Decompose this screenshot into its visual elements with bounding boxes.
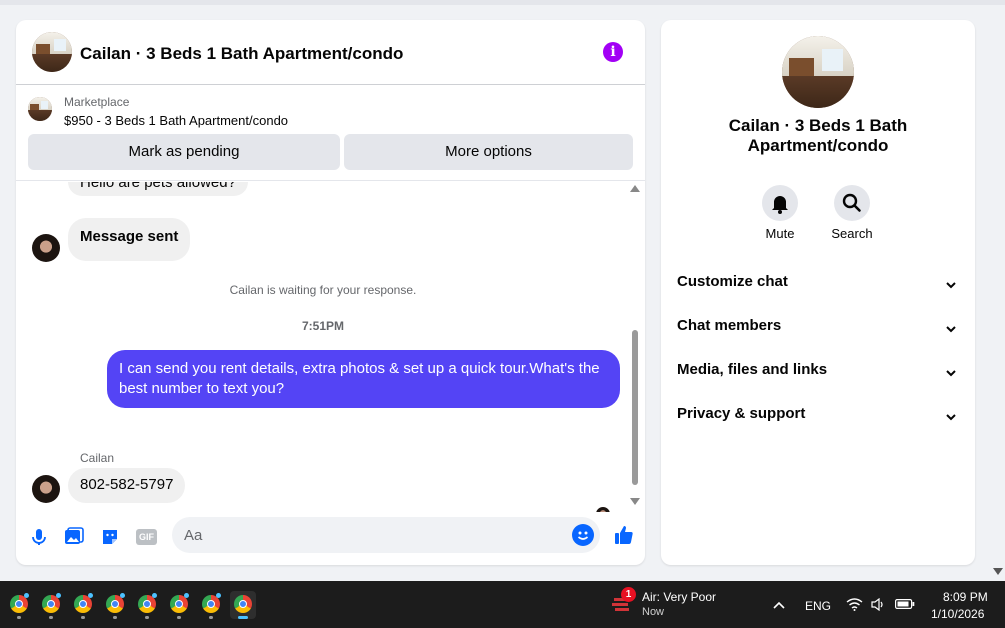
- section-label: Privacy & support: [677, 405, 806, 422]
- message-sent-bubble: Message sent: [68, 218, 191, 261]
- profile-photo[interactable]: [782, 36, 854, 108]
- waiting-notice: Cailan is waiting for your response.: [229, 283, 417, 297]
- chrome-taskbar-app[interactable]: [166, 591, 192, 619]
- chrome-taskbar-app[interactable]: [102, 591, 128, 619]
- search-label: Search: [831, 226, 873, 241]
- more-options-button[interactable]: More options: [344, 134, 633, 170]
- marketplace-listing: Marketplace $950 - 3 Beds 1 Bath Apartme…: [16, 85, 645, 181]
- battery-icon[interactable]: [895, 599, 915, 609]
- clock-time[interactable]: 8:09 PM: [943, 590, 988, 604]
- customize-chat-section[interactable]: Customize chat: [677, 273, 959, 297]
- thumbs-up-icon[interactable]: [613, 524, 635, 546]
- taskbar: 1 Air: Very Poor Now ENG 8:09 PM 1/10/20…: [0, 581, 1005, 628]
- chevron-down-icon: [946, 326, 956, 333]
- media-files-links-section[interactable]: Media, files and links: [677, 361, 959, 385]
- language-indicator[interactable]: ENG: [805, 599, 831, 613]
- scroll-thumb[interactable]: [632, 330, 638, 485]
- microphone-icon[interactable]: [29, 527, 49, 547]
- mark-as-pending-button[interactable]: Mark as pending: [28, 134, 340, 170]
- section-label: Media, files and links: [677, 361, 828, 378]
- notification-badge: 1: [621, 587, 636, 602]
- search-button[interactable]: [834, 185, 870, 221]
- chrome-icon: [234, 595, 252, 613]
- message-timestamp: 7:51PM: [301, 319, 345, 333]
- chat-details-panel: Cailan · 3 Beds 1 Bath Apartment/condo M…: [661, 20, 975, 565]
- search-icon: [842, 193, 861, 212]
- chrome-taskbar-app-active[interactable]: [230, 591, 256, 619]
- section-label: Customize chat: [677, 273, 788, 290]
- section-label: Chat members: [677, 317, 782, 334]
- sticker-icon[interactable]: [100, 527, 120, 547]
- listing-title[interactable]: $950 - 3 Beds 1 Bath Apartment/condo: [64, 113, 288, 128]
- chrome-taskbar-app[interactable]: [134, 591, 160, 619]
- privacy-support-section[interactable]: Privacy & support: [677, 405, 959, 429]
- chat-title[interactable]: Cailan · 3 Beds 1 Bath Apartment/condo: [80, 44, 403, 64]
- chat-header: Cailan · 3 Beds 1 Bath Apartment/condo i: [16, 20, 645, 85]
- bell-icon: [772, 196, 788, 214]
- gif-icon[interactable]: GIF: [136, 529, 157, 545]
- emoji-icon[interactable]: [572, 524, 594, 546]
- chrome-taskbar-app[interactable]: [70, 591, 96, 619]
- composer: GIF: [16, 512, 645, 565]
- page-scroll-down-arrow[interactable]: [993, 568, 1003, 575]
- mute-button[interactable]: [762, 185, 798, 221]
- contact-avatar[interactable]: [32, 475, 60, 503]
- weather-title[interactable]: Air: Very Poor: [642, 590, 716, 604]
- weather-subtitle: Now: [642, 606, 665, 618]
- mute-label: Mute: [765, 226, 795, 241]
- chevron-down-icon: [946, 370, 956, 377]
- incoming-message: 802-582-5797: [68, 468, 186, 503]
- listing-thumbnail[interactable]: [28, 97, 52, 121]
- outgoing-message: I can send you rent details, extra photo…: [107, 350, 620, 408]
- chrome-taskbar-app[interactable]: [6, 591, 32, 619]
- message-list: Hello are pets allowed? Message sent Cai…: [16, 182, 645, 512]
- message-partial: Hello are pets allowed?: [68, 182, 248, 196]
- chat-panel: Cailan · 3 Beds 1 Bath Apartment/condo i…: [16, 20, 645, 565]
- clock-date[interactable]: 1/10/2026: [931, 607, 984, 621]
- volume-icon[interactable]: [871, 598, 885, 611]
- chat-members-section[interactable]: Chat members: [677, 317, 959, 341]
- chat-avatar[interactable]: [32, 32, 72, 72]
- marketplace-label: Marketplace: [64, 95, 130, 109]
- contact-avatar[interactable]: [32, 234, 60, 262]
- details-title: Cailan · 3 Beds 1 Bath Apartment/condo: [728, 116, 908, 155]
- top-border: [0, 0, 1005, 5]
- photo-icon[interactable]: [64, 527, 84, 547]
- chevron-down-icon: [946, 414, 956, 421]
- chevron-up-icon[interactable]: [773, 600, 785, 610]
- sender-name: Cailan: [80, 451, 115, 465]
- chrome-taskbar-app[interactable]: [38, 591, 64, 619]
- wifi-icon[interactable]: [846, 597, 863, 611]
- scroll-down-arrow[interactable]: [630, 498, 640, 505]
- message-scrollbar[interactable]: [630, 185, 640, 505]
- chrome-taskbar-app[interactable]: [198, 591, 224, 619]
- info-icon[interactable]: i: [603, 42, 623, 62]
- scroll-up-arrow[interactable]: [630, 185, 640, 192]
- message-input[interactable]: [172, 517, 600, 553]
- chevron-down-icon: [946, 282, 956, 289]
